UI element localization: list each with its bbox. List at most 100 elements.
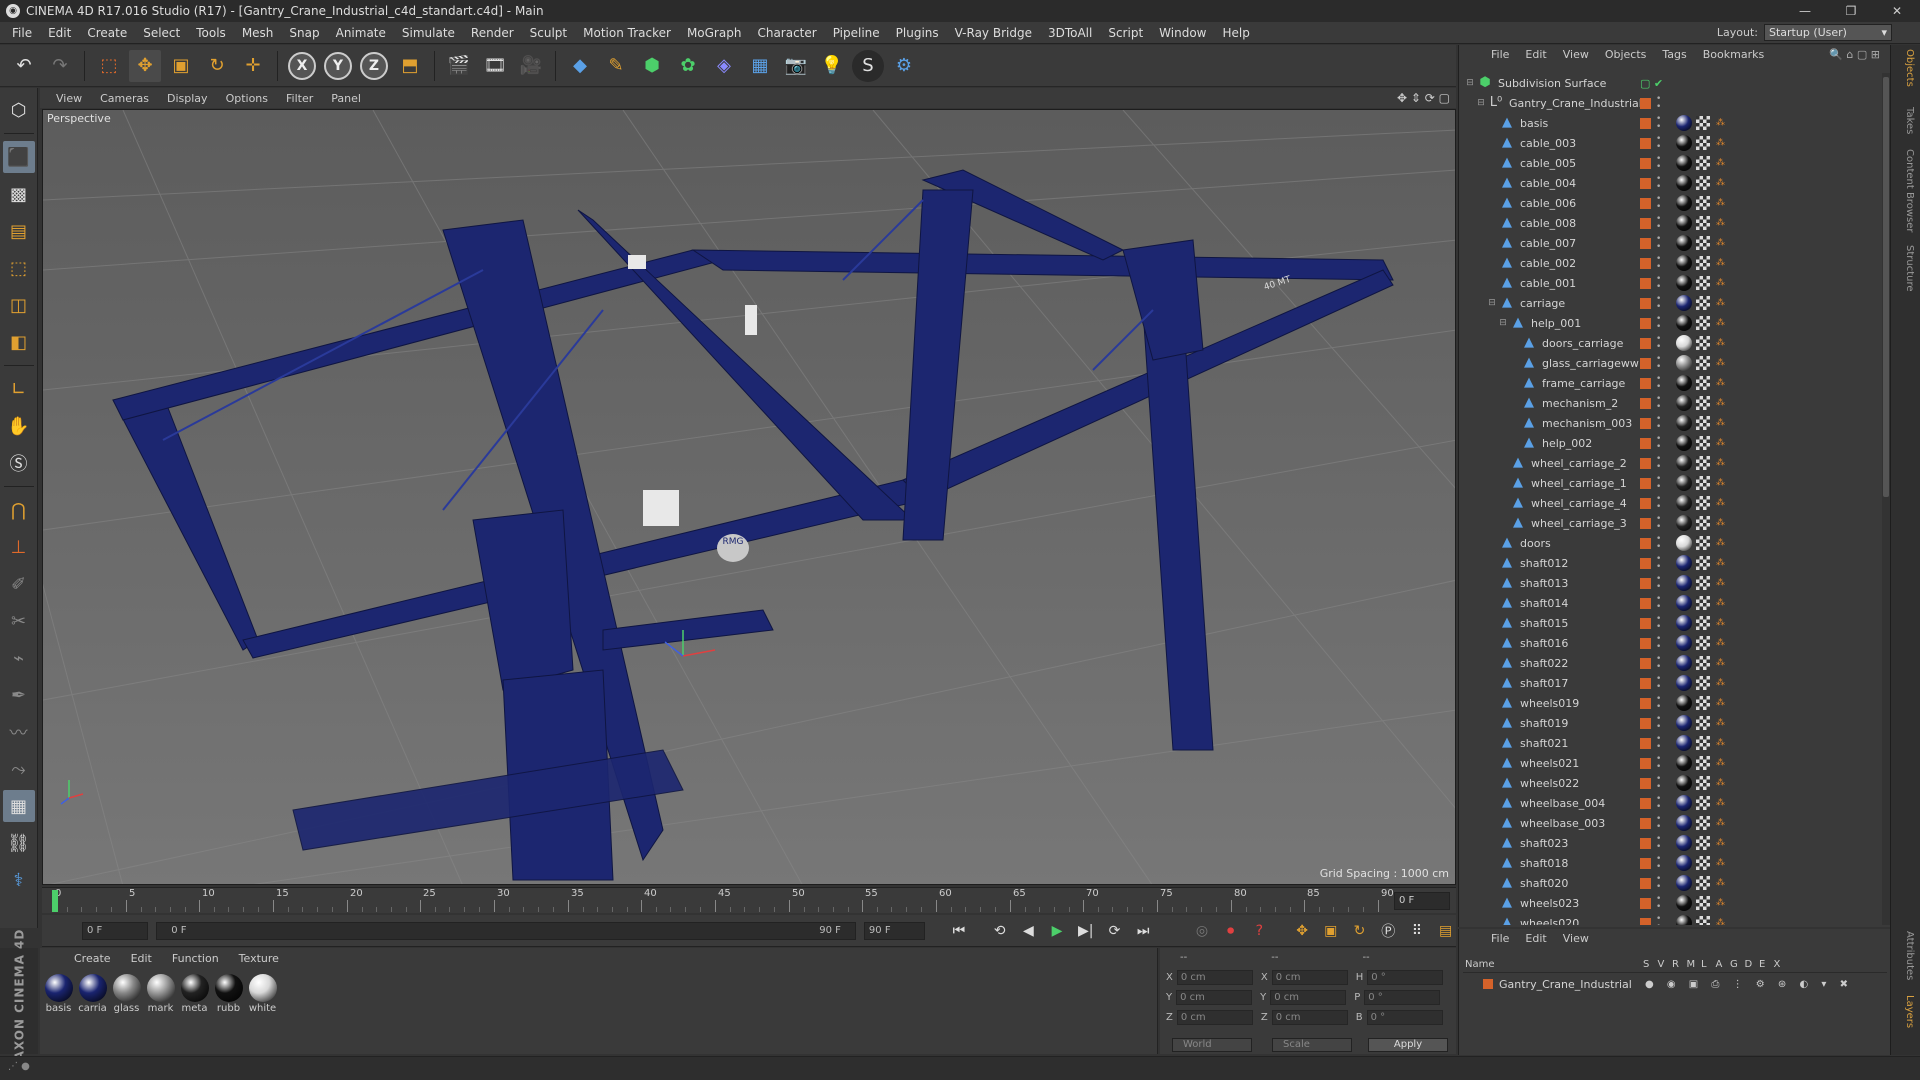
phong-tag-icon[interactable]: ⁂ <box>1716 757 1726 769</box>
visibility-dots-icon[interactable]: • • <box>1656 835 1661 852</box>
phong-tag-icon[interactable]: ⁂ <box>1716 197 1726 209</box>
visibility-dots-icon[interactable]: • • <box>1656 275 1661 292</box>
visibility-dots-icon[interactable]: • • <box>1656 775 1661 792</box>
perspective-viewport[interactable]: RMG 40 MT Perspective Grid Spacing : 100… <box>42 109 1456 885</box>
material-tag-icon[interactable] <box>1676 775 1692 791</box>
render-view-icon[interactable]: 🎬 <box>443 50 475 82</box>
visibility-dots-icon[interactable]: • • <box>1656 415 1661 432</box>
live-selection-icon[interactable]: ⬚ <box>93 50 125 82</box>
object-row[interactable]: ▲ basis • • ⁂ <box>1459 113 1881 133</box>
uvw-tag-icon[interactable] <box>1696 556 1710 570</box>
move-tool-icon[interactable]: ✥ <box>129 49 161 82</box>
workplane-mode-icon[interactable]: ▤ <box>3 215 35 247</box>
layer-color-swatch[interactable] <box>1640 857 1651 869</box>
phong-tag-icon[interactable]: ⁂ <box>1716 697 1726 709</box>
layer-flags-icons[interactable]: ● ◉ ▣ ⎙ ⋮ ⚙ ⊛ ◐ ▾ ✖ <box>1645 979 1853 990</box>
lock-workplane-icon[interactable]: ⛓ <box>3 827 35 859</box>
coords-value-field[interactable]: 0 ° <box>1367 969 1444 985</box>
layer-color-swatch[interactable] <box>1640 557 1651 569</box>
visibility-dots-icon[interactable]: • • <box>1656 435 1661 452</box>
viewport-menu-display[interactable]: Display <box>159 92 218 105</box>
object-row[interactable]: ▲ shaft017 • • ⁂ <box>1459 673 1881 693</box>
object-row[interactable]: ▲ wheels020 • • ⁂ <box>1459 913 1881 925</box>
object-row[interactable]: ▲ cable_007 • • ⁂ <box>1459 233 1881 253</box>
uvw-tag-icon[interactable] <box>1696 296 1710 310</box>
tab-content-browser[interactable]: Content Browser <box>1897 149 1915 232</box>
visibility-dots-icon[interactable]: • • <box>1656 815 1661 832</box>
uvw-tag-icon[interactable] <box>1696 736 1710 750</box>
visibility-dots-icon[interactable]: • • <box>1656 615 1661 632</box>
uvw-tag-icon[interactable] <box>1696 216 1710 230</box>
visibility-dots-icon[interactable]: • • <box>1656 715 1661 732</box>
uvw-tag-icon[interactable] <box>1696 636 1710 650</box>
layer-color-swatch[interactable] <box>1640 517 1651 529</box>
material-tag-icon[interactable] <box>1676 795 1692 811</box>
play-icon[interactable]: ▶ <box>1047 920 1068 942</box>
object-row[interactable]: ▲ cable_002 • • ⁂ <box>1459 253 1881 273</box>
layer-color-swatch[interactable] <box>1640 837 1651 849</box>
uvw-tag-icon[interactable] <box>1696 196 1710 210</box>
material-tag-icon[interactable] <box>1676 375 1692 391</box>
material-tag-icon[interactable] <box>1676 615 1692 631</box>
phong-tag-icon[interactable]: ⁂ <box>1716 497 1726 509</box>
uvw-tag-icon[interactable] <box>1696 796 1710 810</box>
coords-value-field[interactable]: 0 cm <box>1271 969 1348 985</box>
minimize-button[interactable]: — <box>1782 0 1828 22</box>
current-frame-field[interactable]: 0 F <box>1394 892 1450 910</box>
layout-dropdown[interactable]: Startup (User) <box>1764 24 1892 41</box>
object-row[interactable]: ▲ shaft012 • • ⁂ <box>1459 553 1881 573</box>
material-swatch[interactable]: mark <box>146 974 175 1014</box>
phong-tag-icon[interactable]: ⁂ <box>1716 297 1726 309</box>
phong-tag-icon[interactable]: ⁂ <box>1716 917 1726 925</box>
menu-select[interactable]: Select <box>135 22 188 44</box>
uvw-tag-icon[interactable] <box>1696 756 1710 770</box>
visibility-dots-icon[interactable]: • • <box>1656 855 1661 872</box>
layer-color-swatch[interactable] <box>1640 677 1651 689</box>
make-editable-icon[interactable]: ⬡ <box>3 94 35 126</box>
phong-tag-icon[interactable]: ⁂ <box>1716 717 1726 729</box>
visibility-dots-icon[interactable]: • • <box>1656 135 1661 152</box>
apply-button[interactable]: Apply <box>1368 1038 1448 1052</box>
material-tag-icon[interactable] <box>1676 415 1692 431</box>
phong-tag-icon[interactable]: ⁂ <box>1716 117 1726 129</box>
y-axis-lock-icon[interactable]: Y <box>322 50 354 82</box>
phong-tag-icon[interactable]: ⁂ <box>1716 657 1726 669</box>
phong-tag-icon[interactable]: ⁂ <box>1716 797 1726 809</box>
menu-mesh[interactable]: Mesh <box>234 22 282 44</box>
visibility-dots-icon[interactable]: • • <box>1656 335 1661 352</box>
uvw-tag-icon[interactable] <box>1696 416 1710 430</box>
material-tag-icon[interactable] <box>1676 495 1692 511</box>
menu-create[interactable]: Create <box>79 22 135 44</box>
key-parameter-icon[interactable]: Ⓟ <box>1378 920 1399 942</box>
object-row[interactable]: ▲ shaft015 • • ⁂ <box>1459 613 1881 633</box>
visibility-dots-icon[interactable]: • • <box>1656 555 1661 572</box>
object-row[interactable]: ⊟ ▲ help_001 • • ⁂ <box>1459 313 1881 333</box>
phong-tag-icon[interactable]: ⁂ <box>1716 137 1726 149</box>
menu-render[interactable]: Render <box>463 22 522 44</box>
go-to-start-icon[interactable]: ⏮ <box>949 920 970 942</box>
layer-color-swatch[interactable] <box>1640 697 1651 709</box>
phong-tag-icon[interactable]: ⁂ <box>1716 437 1726 449</box>
key-rotation-icon[interactable]: ↻ <box>1349 920 1370 942</box>
object-row[interactable]: ▲ wheelbase_003 • • ⁂ <box>1459 813 1881 833</box>
coordinate-mode-dropdown[interactable]: World <box>1172 1038 1252 1052</box>
layer-column-header[interactable]: A <box>1716 959 1723 970</box>
phong-tag-icon[interactable]: ⁂ <box>1716 817 1726 829</box>
layer-column-header[interactable]: L <box>1701 959 1707 970</box>
object-row[interactable]: ⊟ ⬢ Subdivision Surface ▢ ✔ <box>1459 73 1881 93</box>
undo-icon[interactable]: ↶ <box>8 50 40 82</box>
uvw-tag-icon[interactable] <box>1696 316 1710 330</box>
material-tag-icon[interactable] <box>1676 295 1692 311</box>
material-tag-icon[interactable] <box>1676 695 1692 711</box>
phong-tag-icon[interactable]: ⁂ <box>1716 897 1726 909</box>
object-row[interactable]: ▲ cable_004 • • ⁂ <box>1459 173 1881 193</box>
scale-tool-icon[interactable]: ▣ <box>165 50 197 82</box>
object-manager-search-icon[interactable]: 🔍 ⌂ ▢ ⊞ <box>1829 48 1880 61</box>
uvw-tag-icon[interactable] <box>1696 716 1710 730</box>
layer-color-swatch[interactable] <box>1640 137 1651 149</box>
uvw-tag-icon[interactable] <box>1696 496 1710 510</box>
phong-tag-icon[interactable]: ⁂ <box>1716 377 1726 389</box>
visibility-dots-icon[interactable]: • • <box>1656 495 1661 512</box>
layer-row[interactable]: Gantry_Crane_Industrial ● ◉ ▣ ⎙ ⋮ ⚙ ⊛ ◐ … <box>1463 975 1887 993</box>
layer-color-swatch[interactable] <box>1640 617 1651 629</box>
